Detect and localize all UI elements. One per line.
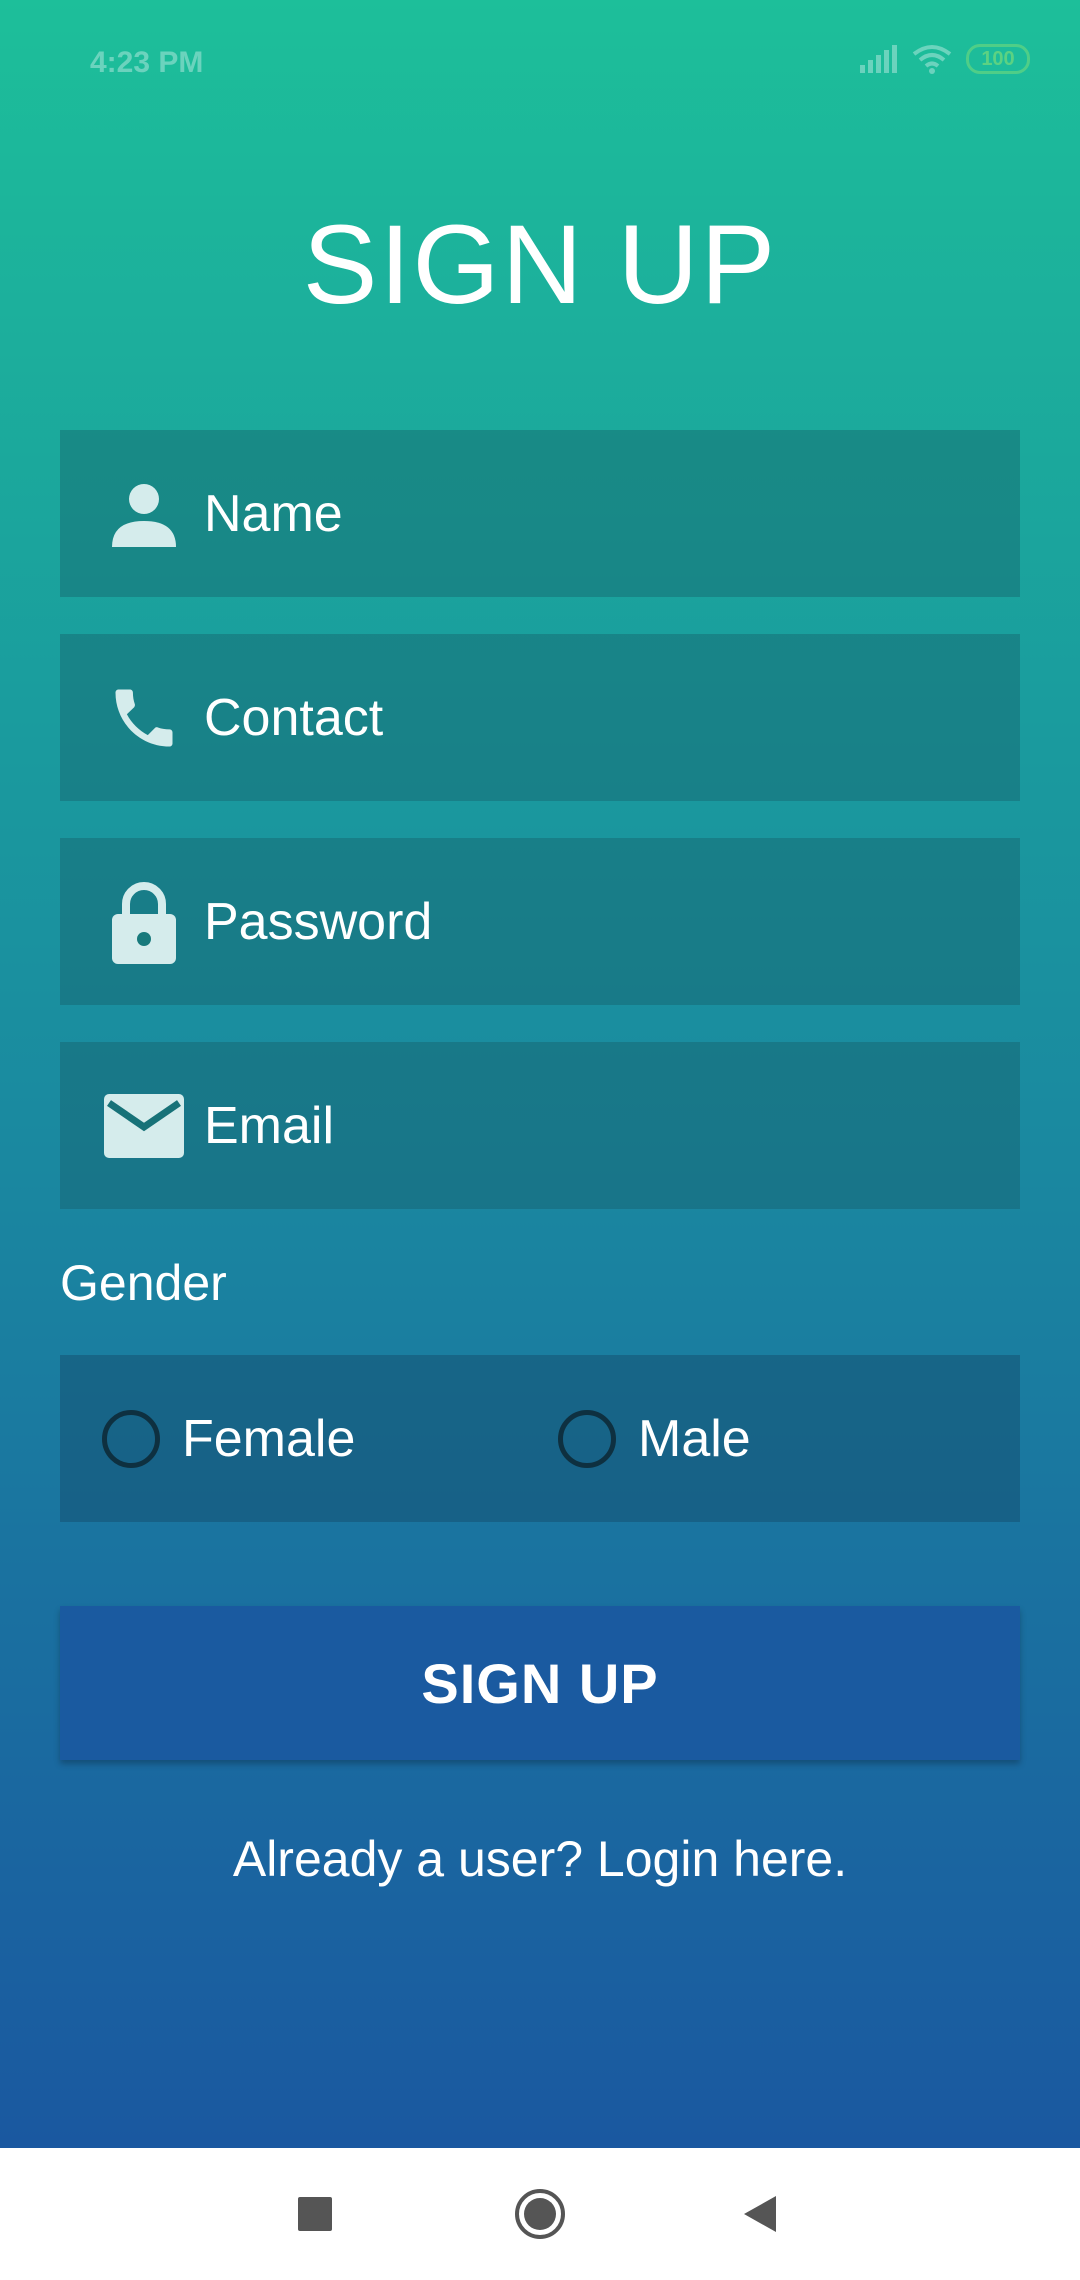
mail-icon [102,1093,186,1159]
phone-icon [102,680,186,756]
square-icon [298,2197,332,2231]
home-circle-icon [515,2189,565,2239]
radio-male[interactable]: Male [558,1355,751,1522]
battery-icon: 100 [966,44,1030,74]
radio-male-label: Male [638,1409,751,1468]
email-field[interactable]: Email [60,1042,1020,1209]
wifi-icon [912,45,952,74]
gender-radio-group: Female Male [60,1355,1020,1522]
name-field[interactable]: Name [60,430,1020,597]
gender-label: Gender [60,1255,227,1311]
back-button[interactable] [700,2148,820,2280]
password-placeholder: Password [204,892,433,951]
lock-icon [102,878,186,966]
page-title: SIGN UP [302,202,778,327]
login-link[interactable]: Already a user? Login here. [0,1830,1080,1888]
signal-icon [860,45,897,73]
radio-female[interactable]: Female [102,1355,355,1522]
password-field[interactable]: Password [60,838,1020,1005]
person-icon [102,479,186,549]
battery-level: 100 [981,47,1015,70]
status-time: 4:23 PM [90,46,204,79]
status-bar: 4:23 PM 100 [0,0,1080,126]
name-placeholder: Name [204,484,343,543]
email-placeholder: Email [204,1096,335,1155]
signup-button[interactable]: SIGN UP [60,1606,1020,1760]
signup-screen: 4:23 PM 100 SIGN UP Name Contact Passwor… [0,0,1080,2148]
contact-field[interactable]: Contact [60,634,1020,801]
recents-button[interactable] [255,2148,375,2280]
radio-female-circle[interactable] [102,1409,160,1468]
radio-male-circle[interactable] [558,1409,616,1468]
status-icons: 100 [858,44,1030,74]
radio-female-label: Female [182,1409,356,1468]
navigation-bar [0,2148,1080,2280]
back-triangle-icon [744,2196,776,2232]
home-button[interactable] [480,2148,600,2280]
contact-placeholder: Contact [204,688,384,747]
